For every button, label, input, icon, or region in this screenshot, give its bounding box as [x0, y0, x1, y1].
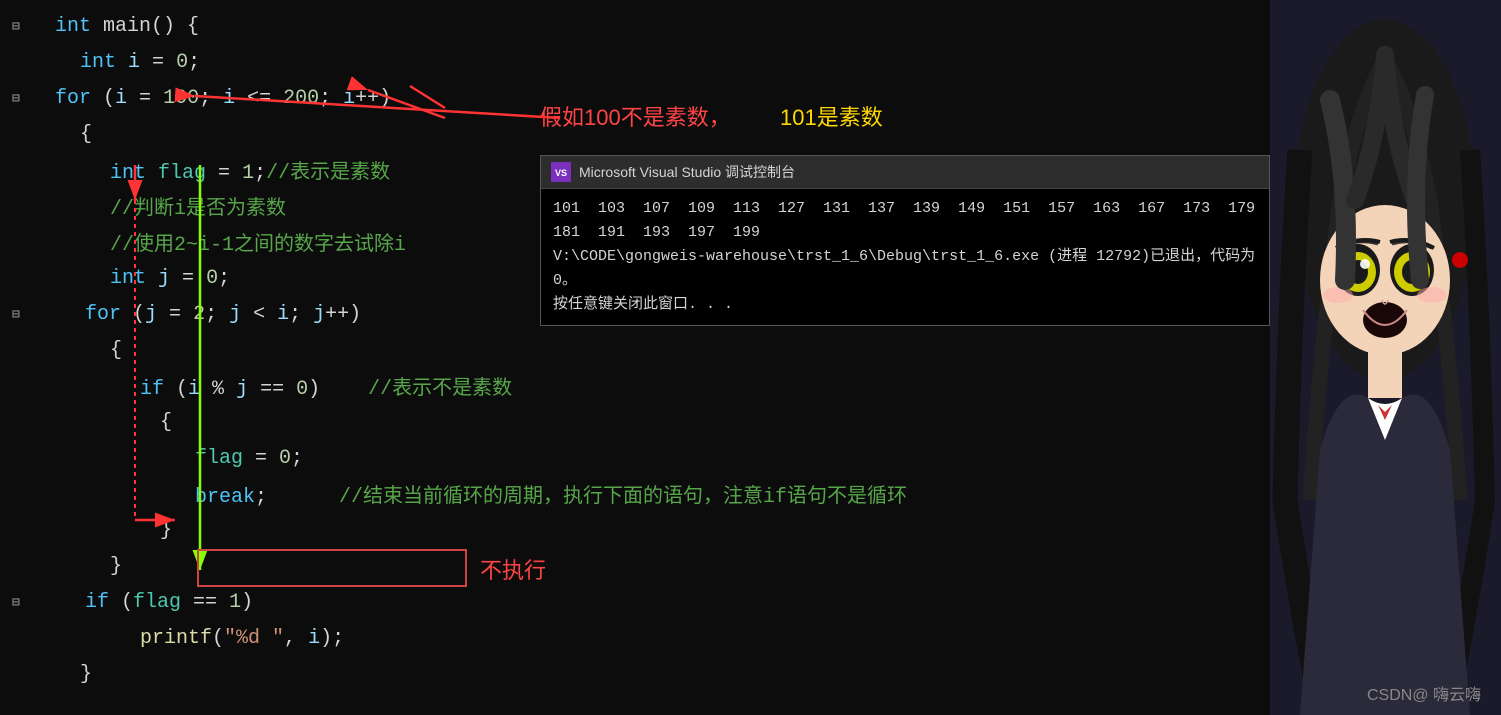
main-container: ⊟ int main() { int i = 0; ⊟ for (i = 100…	[0, 0, 1501, 715]
vs-icon: VS	[551, 162, 571, 182]
code-line-13: flag = 0;	[0, 440, 1270, 476]
code-line-10: {	[0, 332, 1270, 368]
console-output-line2: V:\CODE\gongweis-warehouse\trst_1_6\Debu…	[553, 245, 1257, 293]
code-line-19: }	[0, 656, 1270, 692]
code-line-16: }	[0, 548, 1270, 584]
code-line-12: {	[0, 404, 1270, 440]
anime-background	[1270, 0, 1501, 715]
collapse-btn-3[interactable]: ⊟	[12, 91, 20, 106]
code-line-3: ⊟ for (i = 100; i <= 200; i++)	[0, 80, 1270, 116]
code-line-15: }	[0, 512, 1270, 548]
svg-text:VS: VS	[555, 168, 567, 178]
console-title: Microsoft Visual Studio 调试控制台	[579, 162, 795, 182]
code-line-18: printf("%d ", i);	[0, 620, 1270, 656]
console-titlebar: VS Microsoft Visual Studio 调试控制台	[541, 156, 1269, 189]
console-popup[interactable]: VS Microsoft Visual Studio 调试控制台 101 103…	[540, 155, 1270, 326]
collapse-btn-1[interactable]: ⊟	[12, 19, 20, 34]
collapse-btn-9[interactable]: ⊟	[12, 307, 20, 322]
csdn-watermark: CSDN@ 嗨云嗨	[1367, 681, 1481, 705]
code-line-4: {	[0, 116, 1270, 152]
anime-character-svg	[1270, 0, 1501, 715]
code-line-1: ⊟ int main() {	[0, 8, 1270, 44]
console-body: 101 103 107 109 113 127 131 137 139 149 …	[541, 189, 1269, 325]
code-content: ⊟ int main() { int i = 0; ⊟ for (i = 100…	[0, 0, 1270, 715]
code-line-20	[0, 692, 1270, 715]
code-line-17: ⊟ if (flag == 1)	[0, 584, 1270, 620]
code-panel: ⊟ int main() { int i = 0; ⊟ for (i = 100…	[0, 0, 1270, 715]
console-output-line1: 101 103 107 109 113 127 131 137 139 149 …	[553, 197, 1257, 245]
collapse-btn-17[interactable]: ⊟	[12, 595, 20, 610]
code-line-11: if (i % j == 0) //表示不是素数	[0, 368, 1270, 404]
console-output-line3: 按任意键关闭此窗口. . .	[553, 293, 1257, 317]
right-panel: CSDN@ 嗨云嗨	[1270, 0, 1501, 715]
code-line-2: int i = 0;	[0, 44, 1270, 80]
code-line-14: break; //结束当前循环的周期，执行下面的语句，注意if语句不是循环	[0, 476, 1270, 512]
